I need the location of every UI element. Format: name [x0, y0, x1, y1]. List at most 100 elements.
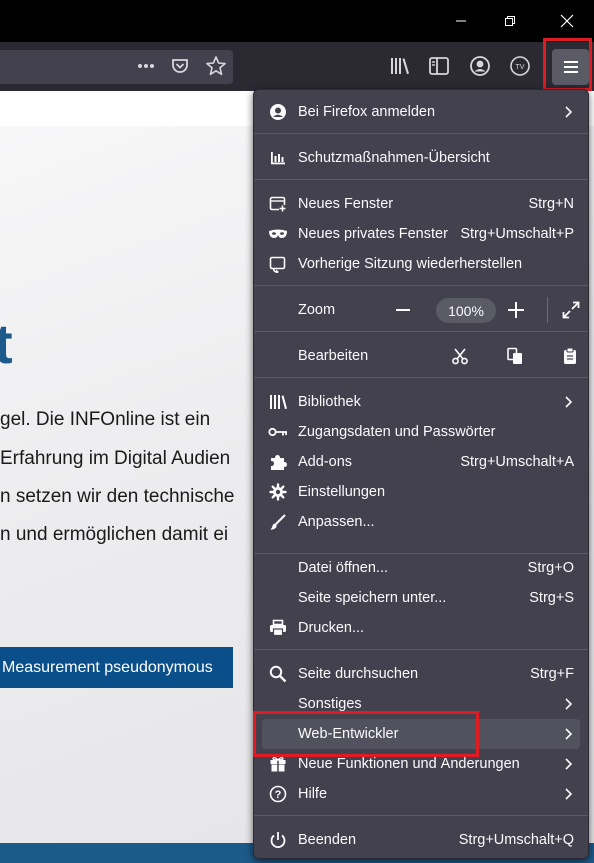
- copy-button[interactable]: [503, 344, 527, 368]
- menu-item-label: Anpassen...: [298, 514, 375, 530]
- paste-button[interactable]: [558, 344, 582, 368]
- fullscreen-button[interactable]: [558, 297, 584, 323]
- chevron-right-icon: [562, 725, 574, 743]
- pocket-icon: [172, 59, 188, 73]
- svg-text:?: ?: [275, 789, 282, 801]
- menu-separator: [254, 649, 588, 650]
- paintbrush-icon: [268, 512, 288, 532]
- page-paragraph-line: Erfahrung im Digital Audien: [0, 448, 231, 469]
- menu-item-new-window[interactable]: Neues Fenster Strg+N: [262, 189, 580, 219]
- chevron-right-icon: [562, 755, 574, 773]
- restore-button[interactable]: [486, 0, 533, 42]
- account-button[interactable]: [469, 55, 491, 77]
- menu-item-restore-session[interactable]: Vorherige Sitzung wiederherstellen: [262, 249, 580, 279]
- menu-item-whats-new[interactable]: Neue Funktionen und Änderungen: [262, 749, 580, 779]
- gear-icon: [268, 482, 288, 502]
- chevron-right-icon: [562, 695, 574, 713]
- scissors-icon: [452, 348, 468, 365]
- menu-item-label: Neue Funktionen und Änderungen: [298, 756, 520, 772]
- menu-item-label: Sonstiges: [298, 696, 362, 712]
- minimize-icon: [455, 20, 466, 22]
- menu-separator: [254, 815, 588, 816]
- menu-item-label: Einstellungen: [298, 484, 386, 500]
- printer-icon: [268, 618, 288, 638]
- zoom-in-button[interactable]: [503, 297, 529, 323]
- zoom-out-button[interactable]: [390, 297, 416, 323]
- menu-item-label: Neues Fenster: [298, 196, 394, 212]
- close-icon: [560, 14, 573, 28]
- menu-item-shortcut: Strg+Umschalt+A: [460, 454, 574, 470]
- menu-item-save-page[interactable]: Seite speichern unter... Strg+S: [262, 583, 580, 613]
- menu-item-logins[interactable]: Zugangsdaten und Passwörter: [262, 417, 580, 447]
- zoom-label: Zoom: [298, 302, 336, 318]
- menu-item-label: Seite speichern unter...: [298, 590, 447, 606]
- plus-icon: [508, 302, 524, 318]
- menu-separator: [254, 377, 588, 378]
- key-icon: [268, 422, 288, 442]
- url-bar[interactable]: [0, 50, 233, 84]
- measurement-button[interactable]: Measurement pseudonymous: [0, 647, 233, 688]
- menu-item-protections[interactable]: Schutzmaßnahmen-Übersicht: [262, 143, 580, 173]
- sidebar-button[interactable]: [428, 55, 450, 77]
- help-icon: ?: [268, 784, 288, 804]
- menu-item-label: Hilfe: [298, 786, 328, 802]
- menu-item-more[interactable]: Sonstiges: [262, 689, 580, 719]
- private-mask-icon: [268, 224, 288, 244]
- chevron-right-icon: [562, 103, 574, 121]
- menu-item-label: Beenden: [298, 832, 357, 848]
- account-icon: [470, 56, 490, 76]
- menu-item-help[interactable]: ? Hilfe: [262, 779, 580, 809]
- menu-separator: [254, 285, 588, 286]
- page-actions-more-button[interactable]: [136, 56, 156, 76]
- search-icon: [268, 664, 288, 684]
- restore-session-icon: [268, 254, 288, 274]
- menu-item-settings[interactable]: Einstellungen: [262, 477, 580, 507]
- hamburger-menu-icon: [563, 61, 578, 73]
- library-icon: [268, 392, 288, 412]
- page-paragraph-line: gel. Die INFOnline ist ein: [0, 409, 211, 430]
- page-paragraph-line: n setzen wir den technische: [0, 486, 235, 507]
- fullscreen-icon: [562, 301, 580, 319]
- menu-item-print[interactable]: Drucken...: [262, 613, 580, 643]
- library-icon: [391, 58, 409, 75]
- cut-button[interactable]: [448, 344, 472, 368]
- app-menu-panel: Bei Firefox anmelden Schutzmaßnahmen-Übe…: [253, 89, 589, 859]
- zoom-reset-button[interactable]: 100%: [436, 298, 496, 323]
- close-window-button[interactable]: [543, 0, 590, 42]
- bookmark-star-button[interactable]: [205, 55, 227, 77]
- menu-item-shortcut: Strg+N: [528, 196, 574, 212]
- menu-item-label: Neues privates Fenster: [298, 226, 448, 242]
- menu-item-library[interactable]: Bibliothek: [262, 387, 580, 417]
- menu-item-open-file[interactable]: Datei öffnen... Strg+O: [262, 553, 580, 583]
- page-paragraph-line: n und ermöglichen damit ei: [0, 524, 229, 545]
- menu-item-shortcut: Strg+S: [529, 590, 574, 606]
- bookmark-star-icon: [206, 56, 226, 76]
- menu-item-label: Drucken...: [298, 620, 365, 636]
- menu-item-label: Web-Entwickler: [298, 726, 399, 742]
- container-tv-button[interactable]: TV: [509, 55, 531, 77]
- menu-item-addons[interactable]: Add-ons Strg+Umschalt+A: [262, 447, 580, 477]
- menu-item-find[interactable]: Seite durchsuchen Strg+F: [262, 659, 580, 689]
- pocket-button[interactable]: [170, 56, 190, 76]
- menu-item-label: Vorherige Sitzung wiederherstellen: [298, 256, 523, 272]
- menu-item-customize[interactable]: Anpassen...: [262, 507, 580, 537]
- library-button[interactable]: [389, 55, 411, 77]
- menu-item-sign-in[interactable]: Bei Firefox anmelden: [262, 97, 580, 127]
- menu-item-web-developer[interactable]: Web-Entwickler: [262, 719, 580, 749]
- copy-icon: [507, 347, 522, 364]
- minimize-button[interactable]: [437, 0, 484, 42]
- clipboard-icon: [564, 347, 576, 364]
- menu-item-private-window[interactable]: Neues privates Fenster Strg+Umschalt+P: [262, 219, 580, 249]
- sidebar-icon: [429, 57, 449, 75]
- menu-separator: [254, 133, 588, 134]
- puzzle-piece-icon: [268, 452, 288, 472]
- title-bar: [0, 0, 594, 42]
- page-heading: t: [0, 312, 13, 375]
- menu-item-edit: Bearbeiten: [262, 341, 580, 371]
- menu-item-label: Schutzmaßnahmen-Übersicht: [298, 150, 490, 166]
- app-menu-button[interactable]: [552, 49, 589, 85]
- menu-item-label: Bibliothek: [298, 394, 361, 410]
- menu-item-shortcut: Strg+Umschalt+Q: [458, 832, 574, 848]
- menu-item-label: Add-ons: [298, 454, 353, 470]
- menu-item-quit[interactable]: Beenden Strg+Umschalt+Q: [262, 825, 580, 855]
